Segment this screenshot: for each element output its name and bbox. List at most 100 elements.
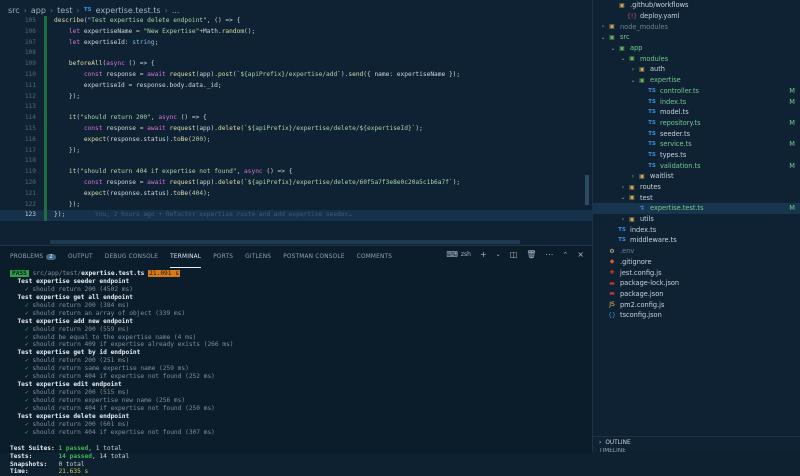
explorer-item[interactable]: ▬ package.json [593, 289, 800, 300]
explorer-item[interactable]: ⚙ .env [593, 246, 800, 257]
tab-debug-console[interactable]: DEBUG CONSOLE [105, 246, 158, 268]
explorer-item[interactable]: › ▣ utils [593, 214, 800, 225]
tab-ports[interactable]: PORTS [213, 246, 233, 268]
line-number: 106 [24, 27, 36, 35]
test-case: ✓ should return 200 (384 ms) [24, 301, 130, 309]
explorer-item[interactable]: ▣ .github/workflows [593, 0, 800, 11]
line-number: 116 [24, 135, 36, 143]
folder-icon: ▣ [619, 1, 625, 9]
explorer-item[interactable]: › ▣ routes [593, 182, 800, 193]
explorer-item[interactable]: TS controller.ts M [593, 86, 800, 97]
typescript-file-icon: TS [648, 98, 656, 105]
code-line[interactable]: 115 const response = await request(app).… [0, 123, 592, 135]
explorer-item[interactable]: ⌄ ▣ expertise [593, 75, 800, 86]
breadcrumb-test[interactable]: test [57, 6, 72, 15]
explorer-item[interactable]: › ▣ node_modules [593, 21, 800, 32]
explorer-item[interactable]: ⌄ ▣ app [593, 43, 800, 54]
explorer-item[interactable]: ◆ .gitignore [593, 257, 800, 268]
code-line[interactable]: 109 beforeAll(async () => { [0, 59, 592, 70]
explorer-item-label: utils [640, 215, 654, 224]
git-gutter-added [44, 145, 47, 157]
tab-postman-console[interactable]: POSTMAN CONSOLE [283, 246, 345, 268]
horizontal-scrollbar[interactable] [50, 240, 520, 244]
explorer-item[interactable]: ✚ jest.config.js [593, 267, 800, 278]
explorer-item[interactable]: › ▣ waitlist [593, 171, 800, 182]
code-line[interactable]: 112 }); [0, 91, 592, 103]
explorer-item-label: controller.ts [660, 86, 699, 95]
close-panel-button[interactable]: × [577, 250, 584, 259]
explorer-item[interactable]: ⚗ expertise.test.ts M [593, 203, 800, 214]
code-line[interactable]: 120 const response = await request(app).… [0, 177, 592, 189]
folder-icon: ▣ [639, 65, 645, 73]
editor-area[interactable]: src › app › test › TS expertise.test.ts … [0, 0, 592, 245]
explorer-item[interactable]: TS model.ts [593, 107, 800, 118]
timeline-section-header[interactable]: TIMELINE [593, 448, 800, 454]
explorer-item[interactable]: › ▣ auth [593, 64, 800, 75]
test-case: ✓ should return same expertise name (259… [24, 365, 189, 373]
git-modified-badge: M [789, 140, 795, 149]
tab-comments[interactable]: COMMENTS [357, 246, 392, 268]
code-line[interactable]: 106 let expertiseName = "New Expertise"+… [0, 26, 592, 38]
explorer-item[interactable]: TS validation.ts M [593, 160, 800, 171]
explorer-item[interactable]: JS pm2.config.js [593, 299, 800, 310]
line-number: 113 [24, 103, 36, 111]
git-gutter-added [44, 188, 47, 200]
split-terminal-button[interactable]: ◫ [510, 250, 518, 259]
file-tree: ▣ .github/workflows {!} deploy.yaml › ▣ node_m… [593, 0, 800, 321]
explorer-item[interactable]: ▬ package-lock.json [593, 278, 800, 289]
explorer-item[interactable]: TS repository.ts M [593, 118, 800, 129]
code-line[interactable]: 118 [0, 156, 592, 168]
more-actions-button[interactable]: ⋯ [545, 250, 553, 259]
explorer-item[interactable]: TS index.ts M [593, 96, 800, 107]
git-gutter-added [44, 177, 47, 189]
code-line[interactable]: 107 let expertiseId: string; [0, 37, 592, 49]
explorer-item[interactable]: TS service.ts M [593, 139, 800, 150]
maximize-panel-button[interactable]: ⌃ [562, 251, 568, 259]
code-line[interactable]: 116 expect(response.status).toBe(200); [0, 134, 592, 146]
line-number: 114 [24, 114, 36, 122]
test-suite-name: Test expertise get all endpoint [17, 293, 133, 301]
code-line[interactable]: 119 it("should return 404 if expertise n… [0, 167, 592, 178]
code-line[interactable]: 121 expect(response.status).toBe(404); [0, 188, 592, 200]
code-line[interactable]: 123}); You, 2 hours ago • Refactor exper… [0, 210, 592, 222]
tab-gitlens[interactable]: GITLENS [245, 246, 271, 268]
vertical-scrollbar[interactable] [585, 175, 589, 205]
terminal-output[interactable]: PASS src/app/test/expertise.test.ts 21.0… [10, 270, 582, 476]
git-gutter-added [44, 91, 47, 103]
code-line[interactable]: 113 [0, 102, 592, 114]
code-line[interactable]: 108 [0, 48, 592, 60]
folder-icon: ▣ [609, 33, 615, 41]
code-editor[interactable]: 105 describe("Test expertise delete endpo… [0, 16, 592, 222]
code-line[interactable]: 114 it("should return 200", async () => … [0, 113, 592, 124]
explorer-item[interactable]: ⌄ ▣ modules [593, 53, 800, 64]
code-line[interactable]: 117 }); [0, 145, 592, 157]
explorer-item[interactable]: TS index.ts [593, 224, 800, 235]
explorer-item[interactable]: TS middleware.ts [593, 235, 800, 246]
chevron-down-icon[interactable]: ⌄ [496, 251, 501, 258]
code-line[interactable]: 105 describe("Test expertise delete endpo… [0, 16, 592, 27]
npm-icon: ▬ [609, 290, 615, 298]
explorer-item-label: package-lock.json [620, 279, 680, 288]
breadcrumb-app[interactable]: app [31, 6, 46, 15]
problems-count-badge: 2 [46, 254, 56, 260]
breadcrumb-file[interactable]: expertise.test.ts [96, 6, 161, 15]
new-terminal-button[interactable]: + [480, 250, 487, 259]
code-line[interactable]: 111 expertiseId = response.body.data._id… [0, 80, 592, 92]
explorer-item[interactable]: TS seeder.ts [593, 128, 800, 139]
breadcrumb-symbol[interactable]: ... [172, 6, 180, 15]
explorer-item[interactable]: TS types.ts [593, 150, 800, 161]
explorer-item[interactable]: {!} deploy.yaml [593, 11, 800, 22]
breadcrumb-src[interactable]: src [8, 6, 20, 15]
code-line[interactable]: 110 const response = await request(app).… [0, 69, 592, 81]
explorer-item[interactable]: {} tsconfig.json [593, 310, 800, 321]
explorer-item[interactable]: ⌄ ▣ test [593, 192, 800, 203]
tab-terminal[interactable]: TERMINAL [170, 246, 202, 268]
trash-icon[interactable]: 🗑 [526, 250, 536, 259]
tab-problems[interactable]: PROBLEMS 2 [10, 246, 56, 268]
tab-label: PORTS [213, 254, 234, 260]
outline-label: OUTLINE [605, 440, 631, 446]
tab-output[interactable]: OUTPUT [68, 246, 93, 268]
explorer-item-label: expertise [650, 76, 681, 85]
explorer-item[interactable]: ⌄ ▣ src [593, 32, 800, 43]
code-line[interactable]: 122 }); [0, 199, 592, 211]
